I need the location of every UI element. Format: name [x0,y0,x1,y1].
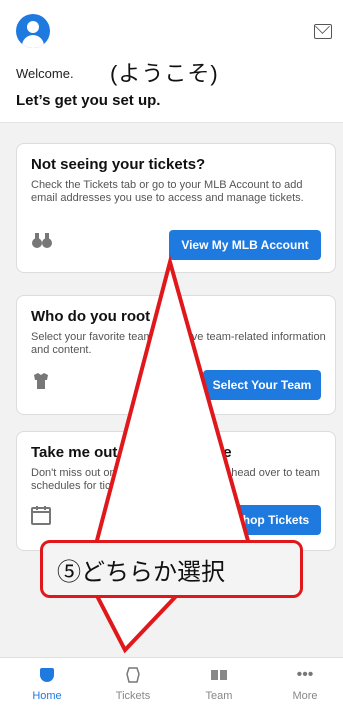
nav-team[interactable]: Team [184,664,254,702]
card-team: Who do you root for? Select your favorit… [16,295,336,415]
binoculars-icon [31,231,53,255]
avatar-head [27,21,39,33]
card-ballgame: Take me out to the ballgame Don't miss o… [16,431,336,551]
view-mlb-account-button[interactable]: View My MLB Account [169,230,321,260]
more-icon: ••• [296,666,314,683]
main-content: Not seeing your tickets? Check the Ticke… [0,122,343,657]
nav-more[interactable]: ••• More [270,664,340,702]
jersey-icon [31,371,51,397]
home-icon [40,668,54,682]
card-title: Who do you root for? [31,308,184,325]
select-your-team-button[interactable]: Select Your Team [203,370,321,400]
welcome-text: Welcome. [16,66,74,81]
header: Welcome. (ようこそ) Let’s get you set up. [0,0,343,122]
mail-icon[interactable] [314,24,332,39]
nav-label: More [292,690,318,702]
calendar-icon [31,505,51,531]
card-text: Don't miss out on the action this season… [31,467,320,492]
profile-avatar[interactable] [16,14,50,48]
card-text: Select your favorite team to receive tea… [31,331,326,356]
nav-home[interactable]: Home [12,664,82,702]
card-text: Check the Tickets tab or go to your MLB … [31,179,304,204]
card-title: Take me out to the ballgame [31,444,232,461]
avatar-body [22,35,44,48]
nav-label: Team [205,690,233,702]
card-title: Not seeing your tickets? [31,156,206,173]
nav-label: Tickets [115,690,151,702]
nav-tickets[interactable]: Tickets [98,664,168,702]
ticket-icon [98,664,168,686]
welcome-annotation: (ようこそ) [110,61,219,86]
card-tickets: Not seeing your tickets? Check the Ticke… [16,143,336,273]
shop-tickets-button[interactable]: Shop Tickets [223,505,321,535]
setup-text: Let’s get you set up. [16,92,161,109]
team-icon [184,664,254,686]
nav-label: Home [32,690,62,702]
bottom-nav: Home Tickets Team ••• More [0,657,343,715]
